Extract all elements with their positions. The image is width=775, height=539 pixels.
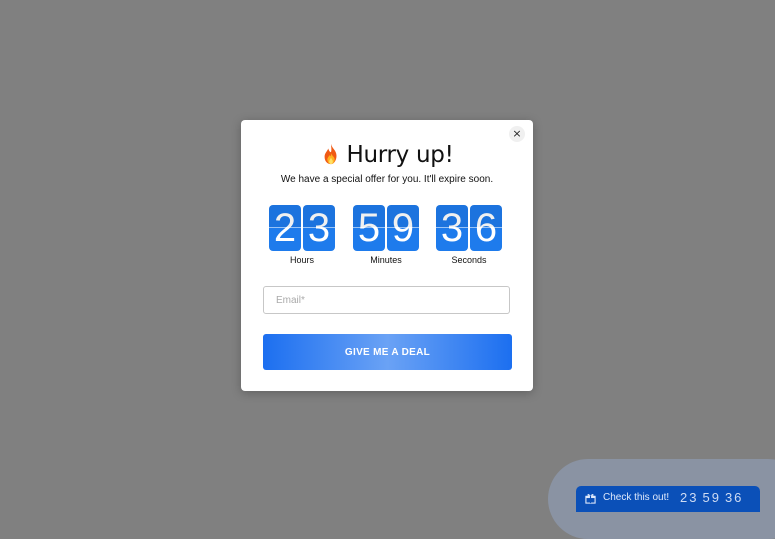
modal-title-text: Hurry up! <box>346 142 454 168</box>
teaser-seconds: 36 <box>724 490 744 505</box>
countdown-minutes: 5 9 Minutes <box>353 205 423 265</box>
minutes-label: Minutes <box>370 255 402 265</box>
seconds-digit-2: 6 <box>470 205 502 251</box>
teaser-timer: 23 59 36 <box>680 490 747 505</box>
seconds-digit-1: 3 <box>436 205 468 251</box>
teaser-minutes: 59 <box>702 490 721 505</box>
hours-label: Hours <box>289 255 314 265</box>
seconds-label: Seconds <box>451 255 487 265</box>
countdown-seconds: 3 6 Seconds <box>436 205 506 265</box>
email-field[interactable] <box>263 286 510 314</box>
countdown-timer: 2 3 Hours 5 9 Minutes 3 6 Seconds <box>269 205 505 267</box>
minutes-digit-2: 9 <box>387 205 419 251</box>
teaser-label: Check this out! <box>603 492 670 503</box>
fire-icon <box>324 143 336 165</box>
countdown-hours: 2 3 Hours <box>269 205 339 265</box>
give-me-a-deal-button[interactable]: GIVE ME A DEAL <box>263 334 512 370</box>
minutes-digit-1: 5 <box>353 205 385 251</box>
gift-icon <box>585 494 596 504</box>
promo-modal: × Hurry up! We have a special offer for … <box>241 120 533 391</box>
close-button[interactable]: × <box>509 126 525 142</box>
modal-title: Hurry up! <box>241 142 533 168</box>
hours-digit-2: 3 <box>303 205 335 251</box>
teaser-bar[interactable]: Check this out! 23 59 36 <box>576 486 760 512</box>
modal-subtitle: We have a special offer for you. It'll e… <box>280 174 494 185</box>
hours-digit-1: 2 <box>269 205 301 251</box>
teaser-hours: 23 <box>680 490 699 505</box>
